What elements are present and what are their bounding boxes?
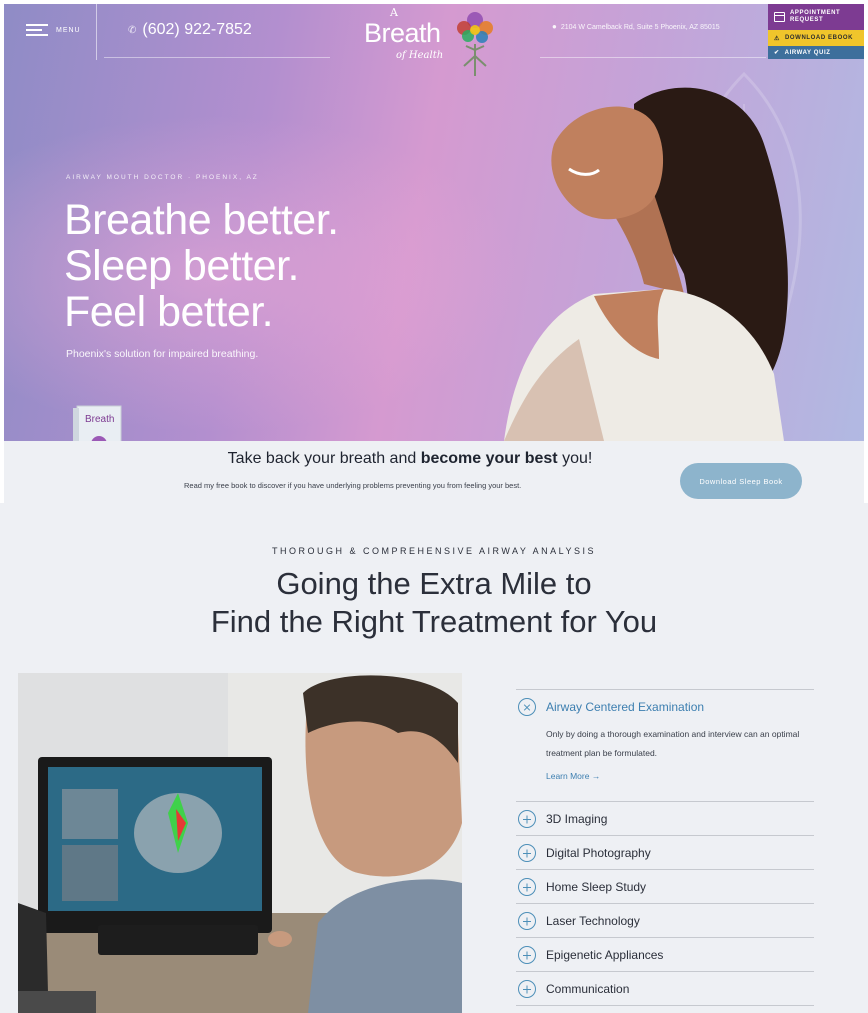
treatment-accordion: Airway Centered Examination Only by doin… bbox=[516, 689, 814, 1006]
calendar-icon bbox=[774, 12, 785, 22]
banner-title-bold: become your best bbox=[420, 450, 558, 467]
hero-subtitle: Phoenix's solution for impaired breathin… bbox=[66, 348, 259, 360]
nav-divider bbox=[96, 4, 97, 60]
accordion-label: Digital Photography bbox=[546, 845, 651, 860]
plus-circle-icon bbox=[518, 945, 536, 964]
doctor-at-computer-image bbox=[18, 673, 462, 1013]
nav-underline-right bbox=[540, 57, 766, 58]
accordion-item-communication: Communication bbox=[516, 971, 814, 1006]
section-eyebrow: THOROUGH & COMPREHENSIVE AIRWAY ANALYSIS bbox=[271, 546, 597, 556]
airway-quiz-button[interactable]: ✔ AIRWAY QUIZ bbox=[768, 46, 864, 59]
menu-label: MENU bbox=[56, 26, 81, 34]
hero-woman-image bbox=[504, 87, 788, 441]
ebook-cover-image: Breath bbox=[73, 405, 122, 441]
side-button-stack: APPOINTMENT REQUEST ⚠ DOWNLOAD EBOOK ✔ A… bbox=[768, 4, 864, 59]
accordion-header[interactable]: Home Sleep Study bbox=[516, 870, 814, 903]
accordion-label: 3D Imaging bbox=[546, 811, 608, 826]
accordion-item-epigenetic-appliances: Epigenetic Appliances bbox=[516, 937, 814, 971]
accordion-label: Communication bbox=[546, 981, 630, 996]
section-title-line-2: Find the Right Treatment for You bbox=[210, 604, 658, 639]
tree-logo-icon bbox=[457, 12, 493, 76]
download-icon: ⚠ bbox=[774, 35, 780, 42]
plus-circle-icon bbox=[518, 877, 536, 896]
phone-link[interactable]: ✆ (602) 922-7852 bbox=[128, 21, 252, 39]
hero-eyebrow: AIRWAY MOUTH DOCTOR · PHOENIX, AZ bbox=[66, 174, 259, 181]
accordion-header[interactable]: Airway Centered Examination bbox=[516, 690, 814, 723]
accordion-header[interactable]: Laser Technology bbox=[516, 904, 814, 937]
headline-line-2: Sleep better. bbox=[64, 242, 299, 290]
hero-section: MENU ✆ (602) 922-7852 A Breath of Health bbox=[4, 4, 864, 441]
menu-button[interactable]: MENU bbox=[26, 24, 81, 36]
accordion-description: Only by doing a thorough examination and… bbox=[546, 729, 800, 758]
download-ebook-button[interactable]: ⚠ DOWNLOAD EBOOK bbox=[768, 30, 864, 46]
headline-line-1: Breathe better. bbox=[64, 196, 339, 244]
checkmark-icon: ✔ bbox=[774, 50, 780, 56]
accordion-item-3d-imaging: 3D Imaging bbox=[516, 801, 814, 835]
accordion-item-digital-photography: Digital Photography bbox=[516, 835, 814, 869]
banner-title-end: you! bbox=[557, 450, 593, 467]
address-text: 2104 W Camelback Rd, Suite 5 Phoenix, AZ… bbox=[560, 24, 720, 31]
close-circle-icon bbox=[518, 697, 536, 716]
accordion-header[interactable]: 3D Imaging bbox=[516, 802, 814, 835]
map-pin-icon: ● bbox=[552, 22, 557, 31]
learn-more-link[interactable]: Learn More → bbox=[546, 771, 600, 781]
accordion-item-laser-technology: Laser Technology bbox=[516, 903, 814, 937]
accordion-label: Airway Centered Examination bbox=[546, 699, 705, 714]
section-title: Going the Extra Mile to Find the Right T… bbox=[0, 565, 868, 641]
accordion-body: Only by doing a thorough examination and… bbox=[516, 723, 814, 801]
section-title-line-1: Going the Extra Mile to bbox=[276, 566, 592, 601]
phone-number: (602) 922-7852 bbox=[142, 21, 252, 38]
download-sleep-book-button[interactable]: Download Sleep Book bbox=[680, 463, 802, 499]
plus-circle-icon bbox=[518, 979, 536, 998]
banner-description: Read my free book to discover if you hav… bbox=[184, 481, 522, 490]
phone-icon: ✆ bbox=[128, 24, 137, 36]
accordion-label: Epigenetic Appliances bbox=[546, 947, 664, 962]
plus-circle-icon bbox=[518, 911, 536, 930]
appointment-request-button[interactable]: APPOINTMENT REQUEST bbox=[768, 4, 864, 30]
nav-underline-left bbox=[104, 57, 330, 58]
ebook-banner: Take back your breath and become your be… bbox=[4, 441, 864, 503]
accordion-header[interactable]: Epigenetic Appliances bbox=[516, 938, 814, 971]
plus-circle-icon bbox=[518, 843, 536, 862]
site-logo[interactable]: A Breath of Health bbox=[364, 6, 498, 76]
accordion-header[interactable]: Communication bbox=[516, 972, 814, 1005]
appointment-label: APPOINTMENT REQUEST bbox=[790, 10, 841, 23]
quiz-label: AIRWAY QUIZ bbox=[784, 49, 831, 56]
ebook-label: DOWNLOAD EBOOK bbox=[784, 35, 854, 41]
banner-title-start: Take back your breath and bbox=[227, 450, 421, 467]
logo-text-health: of Health bbox=[396, 50, 444, 61]
address: ● 2104 W Camelback Rd, Suite 5 Phoenix, A… bbox=[552, 17, 727, 37]
plus-circle-icon bbox=[518, 809, 536, 828]
accordion-item-home-sleep-study: Home Sleep Study bbox=[516, 869, 814, 903]
accordion-header[interactable]: Digital Photography bbox=[516, 836, 814, 869]
accordion-label: Home Sleep Study bbox=[546, 879, 647, 894]
airway-analysis-section: THOROUGH & COMPREHENSIVE AIRWAY ANALYSIS… bbox=[0, 503, 868, 1013]
top-navigation: MENU ✆ (602) 922-7852 A Breath of Health bbox=[4, 4, 864, 76]
hamburger-icon bbox=[26, 24, 48, 36]
accordion-label: Laser Technology bbox=[546, 913, 640, 928]
headline-line-3: Feel better. bbox=[64, 288, 274, 336]
book-title: Breath bbox=[85, 414, 114, 425]
hero-headline: Breathe better. Sleep better. Feel bette… bbox=[64, 197, 339, 335]
accordion-item-airway-centered-examination: Airway Centered Examination Only by doin… bbox=[516, 689, 814, 801]
logo-text-breath: Breath bbox=[364, 18, 441, 48]
